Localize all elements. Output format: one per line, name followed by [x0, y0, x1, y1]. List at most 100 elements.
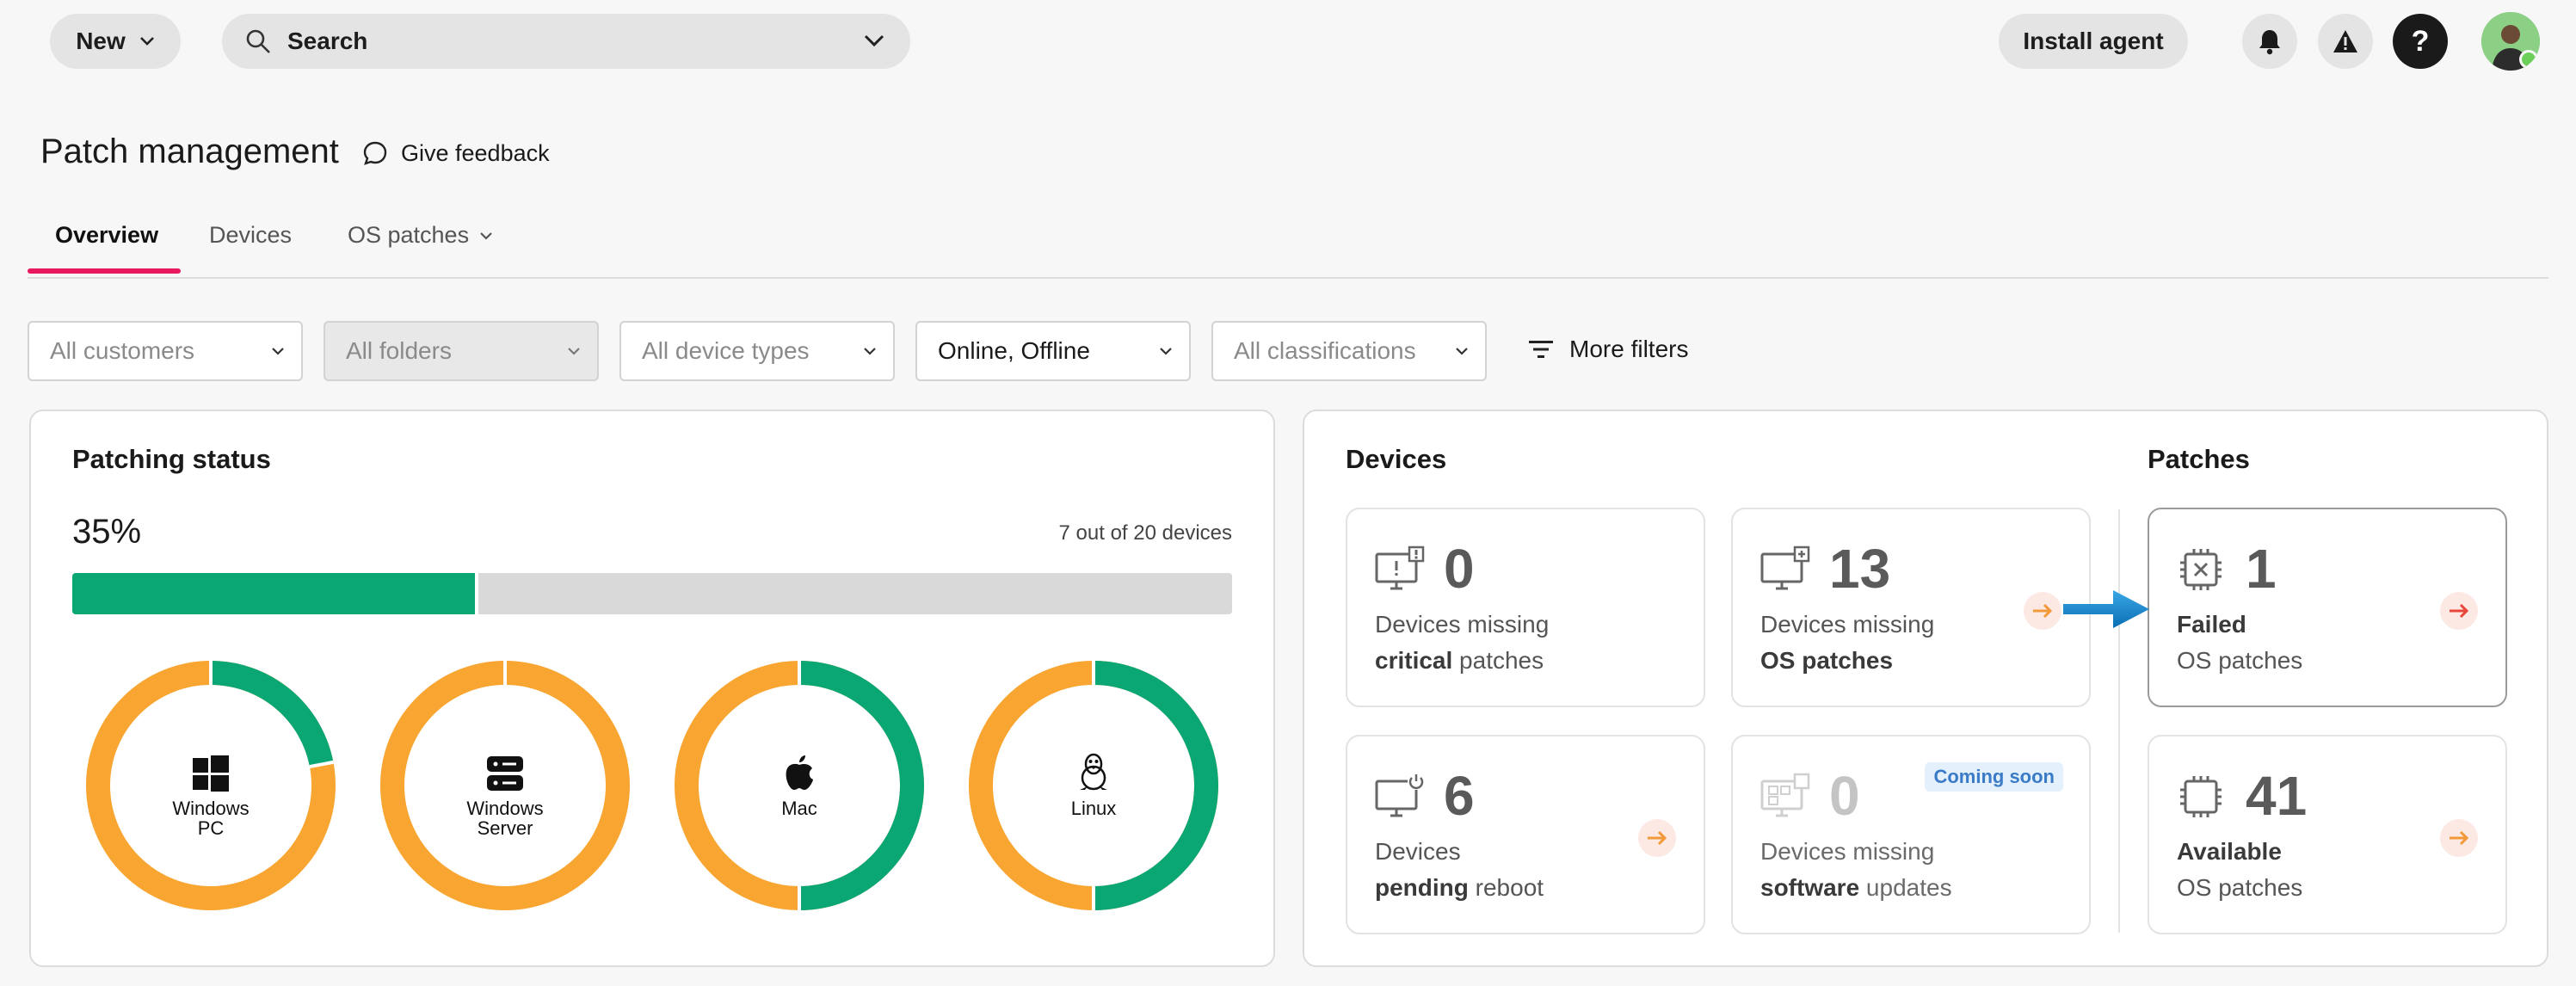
- card-line2-bold: OS patches: [1760, 647, 1894, 674]
- card-devices-missing-critical[interactable]: 0 Devices missing critical patches: [1346, 508, 1705, 707]
- user-avatar[interactable]: [2481, 12, 2540, 71]
- search-bar[interactable]: Search: [222, 14, 910, 69]
- classifications-filter[interactable]: All classifications: [1211, 321, 1487, 381]
- search-icon: [246, 29, 270, 53]
- open-card-button[interactable]: [2440, 592, 2478, 630]
- give-feedback-link[interactable]: Give feedback: [361, 139, 550, 167]
- customers-filter-value: All customers: [50, 337, 195, 364]
- chip-icon: [2180, 776, 2222, 817]
- apps-icon: [1760, 773, 1810, 817]
- patched-device-count: 7 out of 20 devices: [1058, 521, 1232, 545]
- donut-label-line2: PC: [197, 817, 225, 839]
- donut-mac[interactable]: Mac: [673, 659, 926, 912]
- donut-label: Mac: [673, 798, 926, 818]
- patching-progress-bar: [72, 573, 1232, 614]
- customers-filter[interactable]: All customers: [28, 321, 303, 381]
- chevron-down-icon: [480, 231, 492, 240]
- donut-label: Windows PC: [84, 798, 337, 838]
- donut-linux[interactable]: Linux: [967, 659, 1220, 912]
- card-line2-rest: patches: [1452, 647, 1544, 674]
- tab-os-patches-label: OS patches: [348, 222, 470, 248]
- card-line1: Devices: [1375, 838, 1461, 865]
- new-button-label: New: [76, 28, 126, 54]
- card-devices-missing-os-patches[interactable]: 13 Devices missing OS patches: [1731, 508, 2091, 707]
- patching-percent: 35%: [72, 513, 142, 551]
- card-line2-bold: software: [1760, 874, 1860, 901]
- help-button[interactable]: ?: [2393, 14, 2448, 69]
- donut-label-line1: Windows: [466, 798, 544, 819]
- patching-progress-fill: [72, 573, 478, 614]
- open-card-button[interactable]: [2024, 592, 2061, 630]
- card-failed-os-patches[interactable]: 1 Failed OS patches: [2148, 508, 2507, 707]
- arrow-right-icon: [2033, 603, 2053, 619]
- card-line1-bold: Failed: [2177, 611, 2246, 638]
- bell-icon: [2259, 30, 2280, 55]
- donut-separator: [209, 661, 213, 685]
- card-line1: Available: [2177, 838, 2282, 866]
- donut-windows-server[interactable]: Windows Server: [379, 659, 632, 912]
- alerts-button[interactable]: [2318, 14, 2373, 69]
- notifications-button[interactable]: [2242, 14, 2297, 69]
- open-card-button[interactable]: [1638, 819, 1676, 857]
- card-line2: OS patches: [2177, 874, 2303, 901]
- more-filters-button[interactable]: More filters: [1528, 336, 1688, 363]
- card-count: 41: [2246, 765, 2308, 827]
- folders-filter[interactable]: All folders: [324, 321, 599, 381]
- donut-label: Windows Server: [379, 798, 632, 838]
- donut-separator: [798, 661, 801, 685]
- donut-label-line1: Linux: [1070, 798, 1117, 819]
- chevron-down-icon: [568, 348, 580, 355]
- patches-section-title: Patches: [2148, 444, 2250, 474]
- filter-icon: [1529, 341, 1553, 358]
- device-types-filter[interactable]: All device types: [619, 321, 895, 381]
- chevron-down-icon: [864, 348, 876, 355]
- card-line1: Devices missing: [1760, 611, 1935, 638]
- new-button[interactable]: New: [50, 14, 181, 69]
- annotation-arrow-icon: [2063, 590, 2149, 628]
- card-line2: critical patches: [1375, 647, 1544, 675]
- card-line1: Devices missing: [1375, 611, 1550, 638]
- install-agent-button[interactable]: Install agent: [1999, 14, 2188, 69]
- card-devices-pending-reboot[interactable]: 6 Devices pending reboot: [1346, 735, 1705, 934]
- card-count: 13: [1829, 538, 1891, 600]
- warning-icon: [2333, 30, 2357, 52]
- card-line2: pending reboot: [1375, 874, 1544, 902]
- status-filter-value: Online, Offline: [938, 337, 1090, 364]
- card-available-os-patches[interactable]: 41 Available OS patches: [2148, 735, 2507, 934]
- give-feedback-label: Give feedback: [401, 139, 550, 166]
- arrow-right-icon: [2450, 603, 2469, 619]
- card-line2: software updates: [1760, 874, 1952, 902]
- search-label: Search: [287, 28, 368, 54]
- card-line1: Failed: [2177, 611, 2246, 638]
- donut-label-line2: Server: [477, 817, 533, 839]
- classifications-filter-value: All classifications: [1234, 337, 1416, 364]
- chevron-down-icon: [139, 37, 154, 46]
- tab-devices[interactable]: Devices: [209, 222, 292, 249]
- status-filter[interactable]: Online, Offline: [915, 321, 1191, 381]
- monitor-update-icon: [1760, 545, 1810, 590]
- chip-failed-icon: [2180, 549, 2222, 590]
- devices-section-title: Devices: [1346, 444, 1447, 474]
- chevron-down-icon: [1456, 348, 1468, 355]
- donut-separator: [1092, 886, 1095, 910]
- card-line2-rest: updates: [1859, 874, 1952, 901]
- patching-status-title: Patching status: [72, 444, 271, 474]
- donut-separator: [798, 886, 801, 910]
- monitor-alert-icon: [1375, 545, 1425, 590]
- device-types-filter-value: All device types: [642, 337, 810, 364]
- donut-separator: [1092, 661, 1095, 685]
- active-tab-indicator: [28, 268, 181, 274]
- card-count: 6: [1444, 765, 1475, 827]
- help-icon: ?: [2411, 24, 2430, 58]
- card-count: 0: [1444, 538, 1475, 600]
- tab-overview[interactable]: Overview: [55, 222, 158, 249]
- donut-windows-pc[interactable]: Windows PC: [84, 659, 337, 912]
- card-line1-bold: Available: [2177, 838, 2282, 865]
- open-card-button[interactable]: [2440, 819, 2478, 857]
- tab-os-patches[interactable]: OS patches: [348, 222, 493, 249]
- card-line2-bold: pending: [1375, 874, 1469, 901]
- donut-label-line1: Windows: [172, 798, 250, 819]
- arrow-right-icon: [1648, 830, 1667, 846]
- card-devices-missing-software: 0 Devices missing software updates Comin…: [1731, 735, 2091, 934]
- card-count: 1: [2246, 538, 2277, 600]
